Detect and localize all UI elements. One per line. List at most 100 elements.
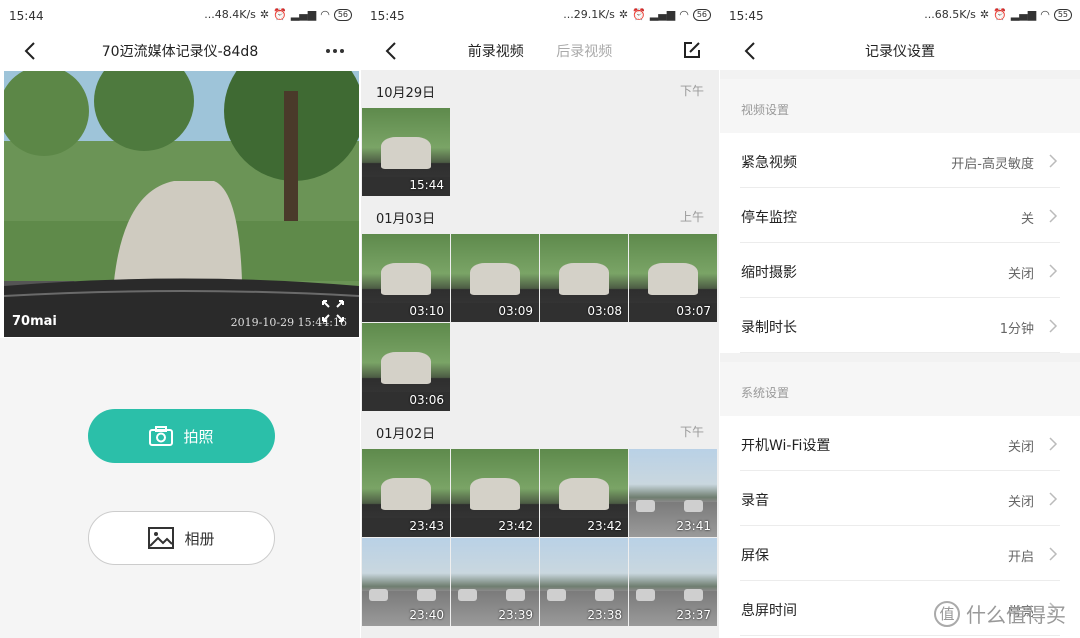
video-thumbnail[interactable]: 15:44 (362, 108, 450, 196)
net-speed: ...48.4K/s (204, 8, 256, 21)
fullscreen-icon[interactable] (321, 299, 345, 323)
album-label: 相册 (184, 529, 215, 548)
brand-logo: 70mai (12, 314, 57, 329)
settings-row[interactable]: 录音 关闭 (720, 471, 1080, 526)
video-thumbnail[interactable]: 03:07 (629, 234, 717, 322)
video-thumbnail[interactable]: 23:37 (629, 538, 717, 626)
chevron-right-icon (1049, 547, 1058, 561)
thumbnail-time: 23:42 (498, 519, 533, 533)
settings-row[interactable]: 开机Wi-Fi设置 关闭 (720, 416, 1080, 471)
signal-icon: ▂▄▆ (1010, 8, 1037, 21)
take-photo-button[interactable]: 拍照 (88, 409, 275, 463)
thumbnail-time: 03:10 (409, 304, 444, 318)
watermark-text: 什么值得买 (966, 603, 1066, 627)
camera-scene (4, 71, 359, 337)
nav-bar: 前录视频 后录视频 (361, 32, 719, 70)
setting-label: 录制时长 (741, 320, 797, 336)
covered-car-shape (381, 137, 431, 169)
video-tabs: 前录视频 后录视频 (361, 41, 719, 61)
settings-row[interactable]: 缩时摄影 关闭 (720, 243, 1080, 298)
video-list-screen: 15:45 ...29.1K/s ✲ ⏰ ▂▄▆ ◠ 56 前录视频 后录视频 … (361, 0, 719, 638)
bluetooth-icon: ✲ (618, 8, 629, 21)
status-time: 15:44 (9, 9, 44, 23)
covered-car-shape (381, 263, 431, 295)
settings-row[interactable]: 紧急视频 开启-高灵敏度 (720, 133, 1080, 188)
period-label: 下午 (679, 84, 704, 98)
video-thumbnail[interactable]: 23:42 (451, 449, 539, 537)
setting-label: 开机Wi-Fi设置 (741, 438, 831, 454)
period-label: 下午 (679, 425, 704, 439)
car-shape (547, 589, 567, 602)
nav-bar: 70迈流媒体记录仪-84d8 (0, 32, 360, 70)
thumbnail-time: 23:37 (676, 608, 711, 622)
setting-label: 录音 (741, 493, 769, 509)
more-options-icon[interactable] (326, 49, 344, 53)
car-shape (505, 589, 525, 602)
thumbnail-time: 23:43 (409, 519, 444, 533)
covered-car-shape (470, 478, 520, 510)
net-speed: ...29.1K/s (563, 8, 615, 21)
chevron-right-icon (1049, 154, 1058, 168)
tab-front-video[interactable]: 前录视频 (468, 41, 524, 61)
thumbnail-time: 23:40 (409, 608, 444, 622)
video-thumbnail[interactable]: 03:08 (540, 234, 628, 322)
status-time: 15:45 (370, 9, 405, 23)
tab-rear-video[interactable]: 后录视频 (556, 41, 612, 61)
settings-row[interactable]: 停车监控 关 (720, 188, 1080, 243)
setting-label: 缩时摄影 (741, 265, 797, 281)
video-thumbnail[interactable]: 23:39 (451, 538, 539, 626)
date-header: 01月03日 上午 (361, 196, 719, 234)
watermark-logo-icon: 值 (934, 600, 960, 627)
car-shape (636, 589, 656, 602)
settings-row[interactable]: 屏保 开启 (720, 526, 1080, 581)
battery-icon: 56 (333, 8, 352, 21)
signal-icon: ▂▄▆ (649, 8, 676, 21)
video-thumbnail[interactable]: 03:06 (362, 323, 450, 411)
video-thumbnail[interactable]: 03:10 (362, 234, 450, 322)
section-gap (720, 353, 1080, 362)
gallery-icon (148, 527, 175, 549)
battery-icon: 56 (692, 8, 711, 21)
setting-value: 开启 (1007, 550, 1034, 565)
status-bar: 15:45 ...29.1K/s ✲ ⏰ ▂▄▆ ◠ 56 (361, 0, 719, 32)
live-video-preview[interactable]: 70mai 2019-10-29 15:44:16 (4, 71, 359, 337)
status-icons: ...68.5K/s ✲ ⏰ ▂▄▆ ◠ 55 (924, 8, 1072, 21)
video-thumbnail[interactable]: 03:09 (451, 234, 539, 322)
device-title: 70迈流媒体记录仪-84d8 (101, 44, 259, 60)
thumbnail-time: 23:38 (587, 608, 622, 622)
album-button[interactable]: 相册 (88, 511, 275, 565)
setting-value: 关闭 (1007, 267, 1034, 282)
date-label: 10月29日 (376, 86, 436, 101)
car-shape (458, 589, 478, 602)
settings-list: 视频设置 紧急视频 开启-高灵敏度 停车监控关缩时摄影 关闭 录制时长 1分钟 系统设置 开机W… (720, 70, 1080, 636)
section-gap (720, 70, 1080, 79)
thumbnail-grid: 03:10 03:09 03:08 03:07 03:06 (361, 234, 719, 411)
nav-bar: 记录仪设置 (720, 32, 1080, 70)
alarm-icon: ⏰ (273, 8, 287, 21)
chevron-right-icon (1049, 437, 1058, 451)
status-time: 15:45 (729, 9, 764, 23)
edit-icon[interactable] (683, 41, 701, 59)
setting-label: 息屏时间 (741, 603, 797, 619)
settings-screen: 15:45 ...68.5K/s ✲ ⏰ ▂▄▆ ◠ 55 记录仪设置 视频设置… (720, 0, 1080, 638)
chevron-right-icon (1049, 319, 1058, 333)
video-thumbnail[interactable]: 23:41 (629, 449, 717, 537)
watermark: 值 什么值得买 (934, 599, 1066, 628)
settings-row[interactable]: 录制时长 1分钟 (720, 298, 1080, 353)
thumbnail-time: 03:08 (587, 304, 622, 318)
car-shape (683, 500, 703, 513)
video-thumbnail[interactable]: 23:42 (540, 449, 628, 537)
alarm-icon: ⏰ (993, 8, 1007, 21)
covered-car-shape (648, 263, 698, 295)
thumbnail-time: 03:06 (409, 393, 444, 407)
setting-label: 停车监控 (741, 210, 797, 226)
date-label: 01月02日 (376, 427, 436, 442)
video-thumbnail[interactable]: 23:43 (362, 449, 450, 537)
period-label: 上午 (679, 210, 704, 224)
alarm-icon: ⏰ (632, 8, 646, 21)
signal-icon: ▂▄▆ (290, 8, 317, 21)
video-thumbnail[interactable]: 23:40 (362, 538, 450, 626)
video-groups: 10月29日 下午 15:44 01月03日 上午 03:10 03:09 03:08 03:0… (361, 70, 719, 626)
date-label: 01月03日 (376, 212, 436, 227)
video-thumbnail[interactable]: 23:38 (540, 538, 628, 626)
